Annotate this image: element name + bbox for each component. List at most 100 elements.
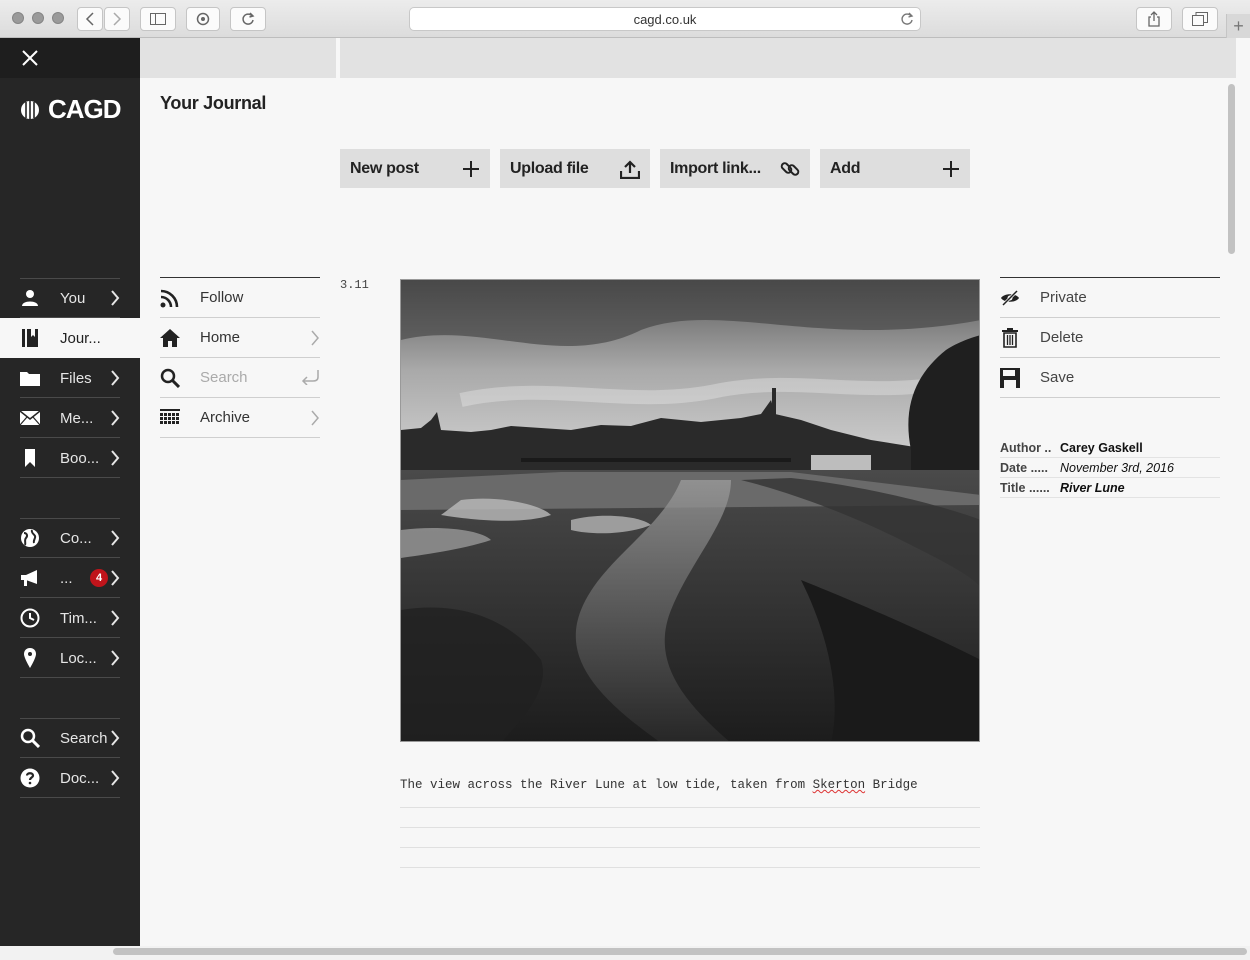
post-actions-panel: Private Delete Save: [1000, 277, 1220, 398]
sidebar-item-you[interactable]: You: [0, 278, 140, 318]
caption-text: The view across the River Lune at low ti…: [400, 778, 813, 792]
chevron-right-icon: [111, 450, 120, 466]
archive-icon: [160, 408, 180, 428]
refresh-icon: [242, 12, 255, 25]
sidebar-icon: [150, 13, 166, 25]
meta-row-title[interactable]: Title ...... River Lune: [1000, 478, 1220, 498]
envelope-icon: [20, 408, 40, 428]
upload-file-button[interactable]: Upload file: [500, 149, 650, 188]
add-label: Add: [830, 159, 861, 177]
subnav-item-home[interactable]: Home: [160, 318, 320, 358]
private-button[interactable]: Private: [1000, 278, 1220, 318]
chevron-left-icon: [85, 12, 94, 26]
window-close-dot[interactable]: [12, 12, 24, 24]
bookmark-icon: [20, 448, 40, 468]
caption-text-end: Bridge: [865, 778, 918, 792]
floppy-icon: [1000, 367, 1020, 388]
private-label: Private: [1040, 289, 1087, 306]
sidebar-item-timeline[interactable]: Tim...: [0, 598, 140, 638]
extension-button[interactable]: [186, 7, 220, 31]
sync-icon: [196, 12, 210, 26]
sidebar-item-label: Me...: [60, 409, 94, 427]
add-button[interactable]: Add: [820, 149, 970, 188]
vertical-scrollbar[interactable]: [1228, 84, 1235, 254]
top-bar-main: [340, 38, 1236, 78]
sidebar-item-announcements[interactable]: ... 4: [0, 558, 140, 598]
chevron-right-icon: [111, 730, 120, 746]
pin-icon: [20, 648, 40, 668]
help-icon: [20, 768, 40, 788]
subnav-item-archive[interactable]: Archive: [160, 398, 320, 438]
meta-row-date[interactable]: Date ..... November 3rd, 2016: [1000, 458, 1220, 478]
url-text: cagd.co.uk: [633, 11, 697, 27]
share-button[interactable]: [1136, 7, 1172, 31]
caption-line[interactable]: [400, 808, 980, 828]
plus-icon: [943, 160, 959, 177]
sidebar-item-label: Tim...: [60, 609, 97, 627]
rss-icon: [160, 288, 180, 308]
sidebar-item-community[interactable]: Co...: [0, 518, 140, 558]
meta-value: River Lune: [1060, 480, 1125, 495]
save-label: Save: [1040, 369, 1075, 386]
address-bar[interactable]: cagd.co.uk: [409, 7, 921, 31]
sidebar-item-documentation[interactable]: Doc...: [0, 758, 140, 798]
subnav-item-follow[interactable]: Follow: [160, 278, 320, 318]
import-link-button[interactable]: Import link...: [660, 149, 810, 188]
post-photo[interactable]: [400, 279, 980, 742]
logo[interactable]: CAGD: [20, 94, 122, 125]
sidebar-item-bookmarks[interactable]: Boo...: [0, 438, 140, 478]
chevron-right-icon: [111, 530, 120, 546]
subnav-label: Home: [200, 329, 241, 346]
delete-button[interactable]: Delete: [1000, 318, 1220, 358]
import-link-label: Import link...: [670, 159, 761, 177]
subnav-item-search[interactable]: Search: [160, 358, 320, 398]
chevron-right-icon: [111, 570, 120, 586]
meta-row-author[interactable]: Author .. Carey Gaskell: [1000, 438, 1220, 458]
forward-button[interactable]: [104, 7, 130, 31]
sidebar-item-search[interactable]: Search: [0, 718, 140, 758]
back-button[interactable]: [77, 7, 103, 31]
sidebar-group-secondary: Co... ... 4 Tim... Loc...: [0, 518, 140, 678]
reload-icon[interactable]: [900, 12, 914, 26]
subnav-label: Follow: [200, 289, 244, 306]
plus-icon: [463, 160, 479, 177]
window-zoom-dot[interactable]: [52, 12, 64, 24]
sidebar-group-main: You Jour... Files Me... Boo...: [0, 278, 140, 478]
sidebar-item-label: Jour...: [60, 329, 101, 347]
reload-page-button[interactable]: [230, 7, 266, 31]
megaphone-icon: [20, 568, 40, 588]
caption-area[interactable]: The view across the River Lune at low ti…: [400, 770, 980, 868]
sidebar-item-label: Doc...: [60, 769, 100, 787]
caption-line[interactable]: [400, 828, 980, 848]
chevron-right-icon: [311, 330, 319, 346]
close-icon[interactable]: [20, 48, 40, 68]
meta-value: Carey Gaskell: [1060, 440, 1143, 455]
caption-line[interactable]: The view across the River Lune at low ti…: [400, 770, 980, 808]
save-button[interactable]: Save: [1000, 358, 1220, 398]
chevron-right-icon: [111, 610, 120, 626]
upload-file-label: Upload file: [510, 159, 589, 177]
sidebar-item-label: Files: [60, 369, 92, 387]
sidebar-item-files[interactable]: Files: [0, 358, 140, 398]
sidebar-item-messages[interactable]: Me...: [0, 398, 140, 438]
person-icon: [20, 288, 40, 308]
delete-label: Delete: [1040, 329, 1084, 346]
tabs-overview-button[interactable]: [1182, 7, 1218, 31]
logo-text: CAGD: [48, 94, 122, 124]
new-tab-button[interactable]: +: [1226, 14, 1250, 38]
caption-line[interactable]: [400, 848, 980, 868]
sidebar-item-journal[interactable]: Jour...: [0, 318, 140, 358]
globe-icon: [20, 528, 40, 548]
window-minimize-dot[interactable]: [32, 12, 44, 24]
new-post-button[interactable]: New post: [340, 149, 490, 188]
sidebar-toggle-button[interactable]: [140, 7, 176, 31]
sidebar-item-label: Search: [60, 729, 108, 747]
folder-icon: [20, 368, 40, 388]
horizontal-scrollbar[interactable]: [113, 948, 1247, 955]
post-number: 3.11: [340, 278, 369, 292]
sidebar-item-locations[interactable]: Loc...: [0, 638, 140, 678]
eye-slash-icon: [1000, 288, 1020, 308]
chevron-right-icon: [311, 410, 319, 426]
river-photo-image: [401, 280, 979, 741]
search-icon: [20, 728, 40, 748]
